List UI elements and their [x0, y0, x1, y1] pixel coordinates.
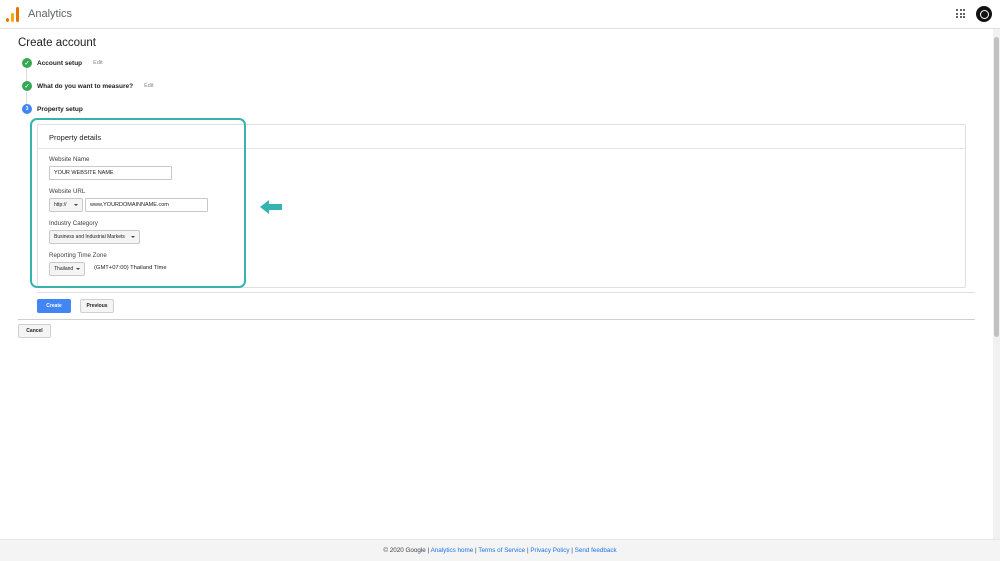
industry-category-label: Industry Category — [49, 220, 98, 227]
create-button[interactable]: Create — [37, 299, 71, 313]
page-title: Create account — [18, 37, 96, 49]
step-number-badge: 3 — [22, 104, 32, 114]
privacy-link[interactable]: Privacy Policy — [530, 547, 569, 554]
avatar[interactable] — [976, 6, 992, 22]
divider — [38, 148, 965, 149]
protocol-select[interactable]: http:// — [49, 198, 83, 212]
time-zone-label: Reporting Time Zone — [49, 252, 107, 259]
step-account-setup: ✓ Account setup Edit — [22, 57, 103, 69]
separator: | — [427, 547, 430, 554]
analytics-home-link[interactable]: Analytics home — [431, 547, 474, 554]
country-value: Thailand — [54, 266, 74, 272]
terms-link[interactable]: Terms of Service — [478, 547, 525, 554]
app-title[interactable]: Analytics — [28, 8, 72, 20]
step-label: Property setup — [37, 105, 83, 113]
scrollbar-thumb[interactable] — [994, 37, 999, 337]
top-bar: Analytics — [0, 0, 1000, 29]
separator: | — [571, 547, 573, 554]
time-zone-value: (GMT+07:00) Thailand Time — [94, 265, 167, 271]
check-icon: ✓ — [22, 58, 32, 68]
step-label: Account setup — [37, 59, 83, 67]
scrollbar[interactable] — [993, 29, 1000, 539]
cancel-button[interactable]: Cancel — [18, 324, 51, 338]
send-feedback-link[interactable]: Send feedback — [575, 547, 617, 554]
divider — [37, 292, 975, 293]
time-zone-country-select[interactable]: Thailand — [49, 262, 85, 276]
divider — [18, 319, 975, 320]
website-url-input[interactable]: www.YOURDOMAINNAME.com — [85, 198, 208, 212]
separator: | — [475, 547, 477, 554]
step-property-setup: 3 Property setup — [22, 103, 83, 115]
industry-value: Business and Industrial Markets — [54, 234, 125, 240]
previous-button[interactable]: Previous — [80, 299, 114, 313]
chevron-down-icon — [74, 204, 78, 206]
step-what-to-measure: ✓ What do you want to measure? Edit — [22, 80, 154, 92]
website-name-input[interactable]: YOUR WEBSITE NAME — [49, 166, 172, 180]
check-icon: ✓ — [22, 81, 32, 91]
copyright: © 2020 Google — [383, 547, 426, 554]
edit-link[interactable]: Edit — [93, 60, 102, 66]
edit-link[interactable]: Edit — [144, 83, 153, 89]
step-label: What do you want to measure? — [37, 82, 134, 90]
analytics-logo-icon[interactable] — [6, 6, 20, 22]
card-title: Property details — [49, 133, 102, 142]
protocol-value: http:// — [54, 202, 67, 208]
footer: © 2020 Google | Analytics home | Terms o… — [0, 539, 1000, 561]
industry-category-select[interactable]: Business and Industrial Markets — [49, 230, 140, 244]
separator: | — [526, 547, 529, 554]
website-name-label: Website Name — [49, 156, 90, 163]
website-url-label: Website URL — [49, 188, 86, 195]
left-arrow-icon — [260, 200, 282, 214]
apps-grid-icon[interactable] — [956, 9, 965, 18]
chevron-down-icon — [76, 268, 80, 270]
chevron-down-icon — [131, 236, 135, 238]
